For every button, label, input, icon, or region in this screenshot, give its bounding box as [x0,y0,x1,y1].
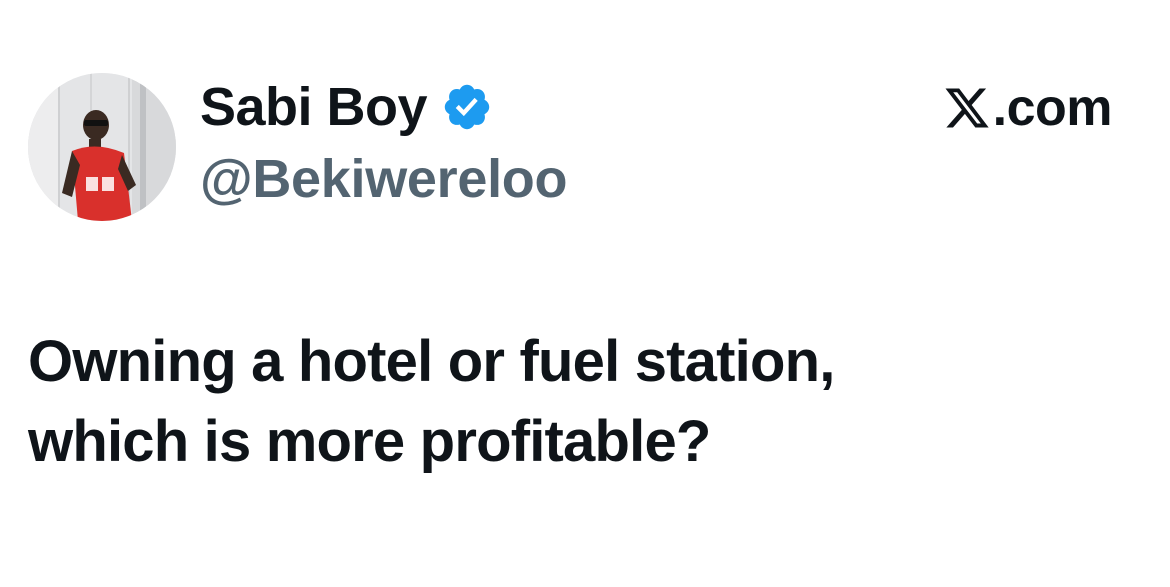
author-handle[interactable]: @Bekiwereloo [200,148,567,210]
brand-mark: .com [943,76,1113,140]
verified-badge-icon [441,81,493,133]
brand-domain-text: .com [992,79,1113,137]
tweet-text-line: Owning a hotel or fuel station, [28,329,835,394]
tweet-card: Sabi Boy @Bekiwereloo .com Owning a hote… [0,0,1170,587]
tweet-text: Owning a hotel or fuel station, which is… [28,322,1128,482]
tweet-text-line: which is more profitable? [28,409,711,474]
profile-photo-icon [28,73,176,221]
x-logo-icon [943,84,991,132]
display-name[interactable]: Sabi Boy [200,76,428,138]
avatar[interactable] [28,73,176,221]
author-name-row: Sabi Boy [200,72,493,142]
